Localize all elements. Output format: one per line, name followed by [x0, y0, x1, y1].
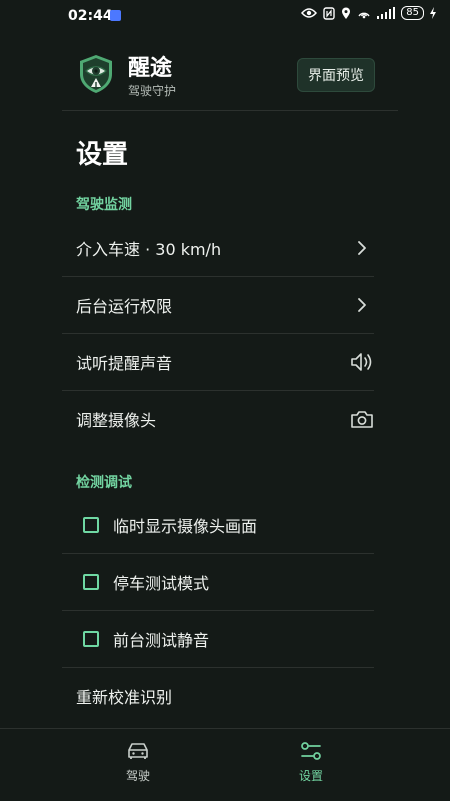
page-title: 设置	[76, 140, 129, 170]
row-label: 前台测试静音	[113, 631, 210, 650]
row-adjust-camera[interactable]: 调整摄像头	[76, 391, 374, 447]
row-preview-sound[interactable]: 试听提醒声音	[76, 334, 374, 390]
header-divider	[62, 110, 398, 111]
notification-badge-icon	[110, 10, 121, 21]
row-foreground-mute-test[interactable]: 前台测试静音	[76, 611, 374, 667]
app-name: 醒途	[128, 56, 173, 81]
row-show-camera-preview[interactable]: 临时显示摄像头画面	[76, 497, 374, 553]
hotspot-icon	[358, 12, 370, 18]
speaker-icon	[350, 350, 374, 374]
chevron-right-icon	[350, 236, 374, 260]
app-subtitle: 驾驶守护	[128, 84, 177, 98]
location-icon	[342, 7, 351, 19]
checkbox-unchecked[interactable]	[83, 517, 99, 533]
checkbox-unchecked[interactable]	[83, 574, 99, 590]
nfc-icon	[323, 6, 335, 20]
interface-preview-button[interactable]: 界面预览	[297, 58, 375, 92]
car-icon	[128, 743, 148, 759]
section-title-driving: 驾驶监测	[76, 197, 132, 213]
row-label: 临时显示摄像头画面	[113, 517, 258, 536]
row-background-permission[interactable]: 后台运行权限	[76, 277, 374, 333]
nav-tab-driving[interactable]: 驾驶	[98, 741, 178, 784]
charging-icon	[430, 7, 436, 19]
row-label: 调整摄像头	[76, 411, 157, 430]
status-icons: 85	[301, 6, 436, 20]
nav-tab-settings[interactable]: 设置	[271, 741, 351, 784]
signal-icon	[377, 7, 396, 19]
section-title-debug: 检测调试	[76, 475, 132, 491]
settings-sliders-icon	[301, 742, 321, 760]
status-bar: 02:44 85	[0, 0, 450, 34]
checkbox-unchecked[interactable]	[83, 631, 99, 647]
status-time: 02:44	[68, 8, 113, 24]
eye-icon	[301, 8, 318, 18]
camera-icon	[350, 407, 374, 431]
nav-label-settings: 设置	[298, 769, 323, 783]
shield-eye-logo-icon	[80, 55, 112, 93]
app-header: 醒途 驾驶守护 界面预览	[0, 34, 450, 110]
chevron-right-icon	[350, 293, 374, 317]
bottom-navigation: 驾驶 设置	[0, 728, 450, 801]
row-label: 重新校准识别	[76, 688, 173, 707]
row-label: 试听提醒声音	[76, 354, 173, 373]
row-recalibrate[interactable]: 重新校准识别	[76, 668, 374, 724]
row-label: 停车测试模式	[113, 574, 210, 593]
nav-label-driving: 驾驶	[125, 769, 150, 783]
battery-level: 85	[401, 6, 424, 20]
row-label: 后台运行权限	[76, 297, 173, 316]
row-park-test-mode[interactable]: 停车测试模式	[76, 554, 374, 610]
row-label: 介入车速 · 30 km/h	[76, 240, 222, 259]
row-intervention-speed[interactable]: 介入车速 · 30 km/h	[76, 220, 374, 276]
